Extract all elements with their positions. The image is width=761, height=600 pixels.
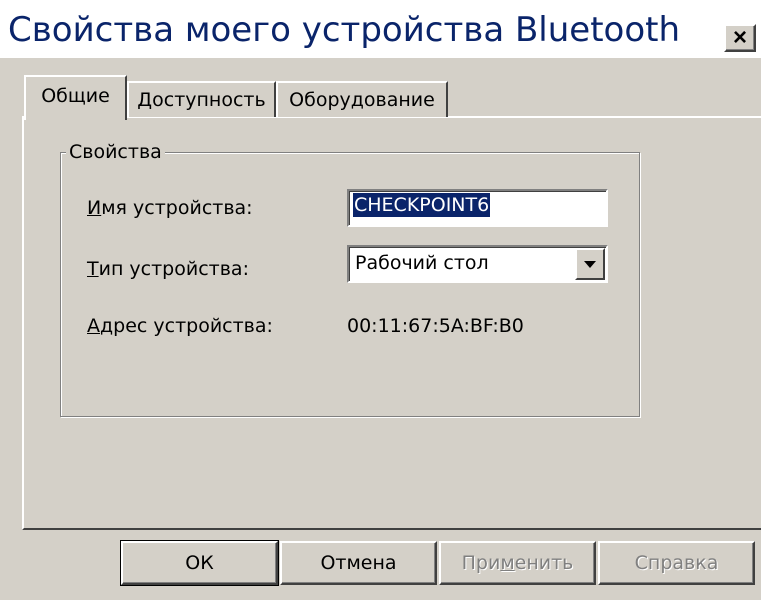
apply-button-label: Применить [462,552,574,574]
device-type-value: Рабочий стол [355,252,489,274]
device-type-label-accesskey: Т [87,258,99,280]
device-name-value: CHECKPOINT6 [353,193,491,217]
device-name-label-accesskey: И [87,197,102,219]
device-address-label: Адрес устройства: [87,314,273,338]
apply-label-prefix: При [461,552,501,574]
device-address-label-text: дрес устройства: [100,315,273,337]
cancel-button[interactable]: Отмена [280,541,437,585]
help-button-label: Справка [634,552,719,574]
close-icon: × [732,24,747,51]
title-bar[interactable]: Свойства моего устройства Bluetooth × [0,0,761,58]
window-title: Свойства моего устройства Bluetooth [8,10,681,50]
apply-label-accesskey: м [500,552,515,574]
help-button[interactable]: Справка [598,541,755,585]
chevron-down-icon [584,260,596,268]
device-name-label-text: мя устройства: [101,197,253,219]
tab-general[interactable]: Общие [24,75,127,120]
device-type-select[interactable]: Рабочий стол [347,245,608,283]
device-name-label: Имя устройства: [87,196,253,220]
close-button[interactable]: × [724,24,756,52]
tab-hardware-label: Оборудование [289,89,435,111]
apply-button[interactable]: Применить [439,541,596,585]
tab-hardware[interactable]: Оборудование [276,81,448,117]
ok-button-label: ОК [185,552,214,574]
tab-general-label: Общие [41,84,110,107]
properties-group-label: Свойства [66,140,165,164]
apply-label-rest: енить [514,552,574,574]
tab-availability-label: Доступность [137,89,266,111]
device-name-field[interactable]: CHECKPOINT6 [347,189,608,227]
cancel-button-label: Отмена [320,552,397,574]
device-type-dropdown-button[interactable] [575,248,605,280]
tab-availability[interactable]: Доступность [127,81,276,117]
device-address-value: 00:11:67:5A:BF:B0 [347,315,524,337]
device-type-label-text: ип устройства: [98,258,249,280]
ok-button[interactable]: ОК [120,540,279,586]
device-type-label: Тип устройства: [87,257,249,281]
device-address-label-accesskey: А [87,315,100,337]
